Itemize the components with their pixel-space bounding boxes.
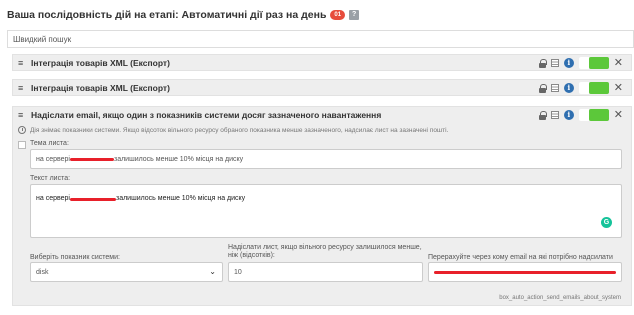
subject-input[interactable]: на сервері залишилось менше 10% місця на… <box>30 149 622 169</box>
close-icon[interactable]: ✕ <box>614 58 623 69</box>
page-title-text: Ваша послідовність дій на етапі: Автомат… <box>7 9 327 21</box>
enable-toggle[interactable] <box>578 109 609 121</box>
lock-icon[interactable] <box>538 58 547 68</box>
body-label: Текст листа: <box>30 175 71 182</box>
help-button[interactable]: ? <box>349 10 360 20</box>
emails-input[interactable] <box>428 262 622 282</box>
info-icon[interactable]: i <box>563 58 574 68</box>
subject-label: Тема листа: <box>30 140 69 147</box>
action-title: Інтеграція товарів XML (Експорт) <box>31 58 170 68</box>
search-placeholder: Швидкий пошук <box>13 35 72 44</box>
action-panel-2: ≡ Інтеграція товарів XML (Експорт) i ✕ <box>12 79 632 96</box>
info-icon[interactable]: i <box>563 110 574 120</box>
drag-handle-icon[interactable]: ≡ <box>18 58 26 68</box>
action-controls: i ✕ <box>538 109 623 121</box>
redaction-mark <box>434 270 616 274</box>
lock-icon[interactable] <box>538 83 547 93</box>
metric-label: Виберіть показник системи: <box>30 254 120 261</box>
metric-value: disk <box>36 268 49 276</box>
threshold-input[interactable]: 10 <box>228 262 423 282</box>
threshold-value: 10 <box>234 268 242 276</box>
action-controls: i ✕ <box>538 57 623 69</box>
quick-search-input[interactable]: Швидкий пошук <box>7 30 634 48</box>
action-panel-header[interactable]: ≡ Інтеграція товарів XML (Експорт) i ✕ <box>13 80 631 96</box>
close-icon[interactable]: ✕ <box>614 110 623 121</box>
grammarly-icon[interactable]: G <box>601 217 612 228</box>
action-controls: i ✕ <box>538 82 623 94</box>
subject-suffix: залишилось менше 10% місця на диску <box>113 155 244 163</box>
lock-icon[interactable] <box>538 110 547 120</box>
action-panel-3: ≡ Надіслати email, якщо один з показникі… <box>12 106 632 306</box>
chevron-down-icon: ⌄ <box>209 267 216 276</box>
action-title: Надіслати email, якщо один з показників … <box>31 110 382 120</box>
action-panel-1: ≡ Інтеграція товарів XML (Експорт) i ✕ <box>12 54 632 71</box>
body-suffix: залишилось менше 10% місця на диску <box>115 195 246 202</box>
action-title: Інтеграція товарів XML (Експорт) <box>31 83 170 93</box>
log-icon[interactable] <box>550 84 559 92</box>
drag-handle-icon[interactable]: ≡ <box>18 110 26 120</box>
page-title: Ваша послідовність дій на етапі: Автомат… <box>7 9 360 21</box>
clock-icon <box>18 126 26 134</box>
info-icon[interactable]: i <box>563 83 574 93</box>
enable-toggle[interactable] <box>578 57 609 69</box>
close-icon[interactable]: ✕ <box>614 83 623 94</box>
action-checkbox[interactable] <box>18 141 26 149</box>
action-panel-header[interactable]: ≡ Інтеграція товарів XML (Експорт) i ✕ <box>13 55 631 71</box>
description-text: Дія знімає показники системи. Якщо відсо… <box>30 126 449 134</box>
redaction-mark <box>69 198 116 201</box>
redaction-mark <box>69 157 114 161</box>
threshold-label: Надіслати лист, якщо вільного ресурсу за… <box>228 244 422 259</box>
action-panel-header[interactable]: ≡ Надіслати email, якщо один з показникі… <box>13 107 631 123</box>
log-icon[interactable] <box>550 111 559 119</box>
subject-prefix: на сервері <box>36 155 70 163</box>
drag-handle-icon[interactable]: ≡ <box>18 83 26 93</box>
body-textarea[interactable]: на сервері залишилось менше 10% місця на… <box>30 184 622 238</box>
body-prefix: на сервері <box>36 195 70 202</box>
enable-toggle[interactable] <box>578 82 609 94</box>
log-icon[interactable] <box>550 59 559 67</box>
action-code: box_auto_action_send_emails_about_system <box>499 295 621 301</box>
action-description: Дія знімає показники системи. Якщо відсо… <box>18 126 448 134</box>
count-badge: 01 <box>330 10 346 20</box>
metric-select[interactable]: disk ⌄ <box>30 262 223 282</box>
